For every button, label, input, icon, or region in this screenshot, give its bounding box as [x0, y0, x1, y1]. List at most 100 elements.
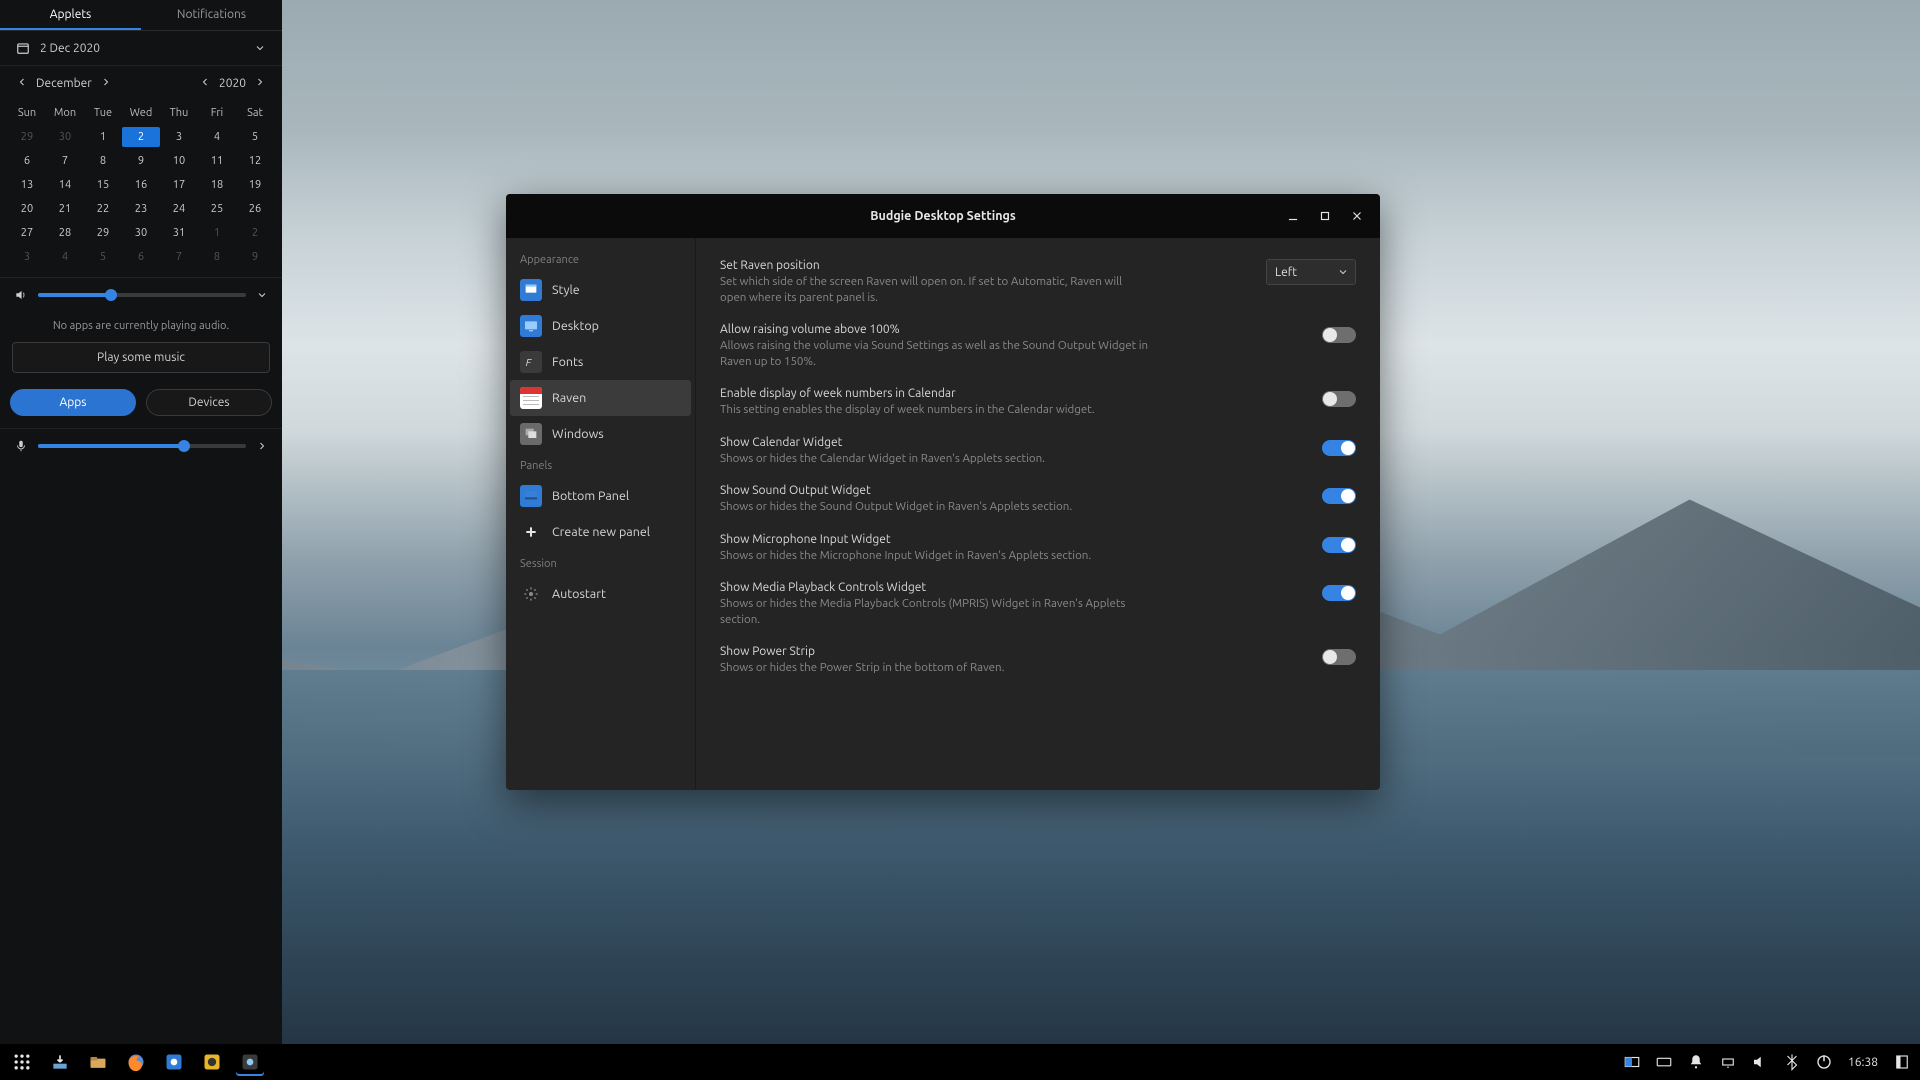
- apps-menu-button[interactable]: [8, 1048, 36, 1076]
- sidebar-item-desktop[interactable]: Desktop: [510, 308, 691, 344]
- calendar-day[interactable]: 27: [8, 223, 46, 243]
- calendar-day[interactable]: 26: [236, 199, 274, 219]
- prev-month-button[interactable]: [12, 72, 32, 95]
- setting-title: Allow raising volume above 100%: [720, 323, 1302, 336]
- calendar-day[interactable]: 30: [46, 127, 84, 147]
- calendar-day[interactable]: 31: [160, 223, 198, 243]
- calendar-day[interactable]: 9: [122, 151, 160, 171]
- toggle-volume-above-100[interactable]: [1322, 327, 1356, 343]
- calendar-day[interactable]: 29: [8, 127, 46, 147]
- tab-applets[interactable]: Applets: [0, 0, 141, 30]
- calendar-day[interactable]: 20: [8, 199, 46, 219]
- toggle-show-microphone[interactable]: [1322, 537, 1356, 553]
- calendar-day[interactable]: 9: [236, 247, 274, 267]
- volume-icon[interactable]: [1750, 1052, 1770, 1072]
- sidebar-section-session: Session: [510, 550, 691, 576]
- maximize-button[interactable]: [1318, 209, 1332, 223]
- play-music-button[interactable]: Play some music: [12, 342, 270, 373]
- calendar-day[interactable]: 4: [46, 247, 84, 267]
- calendar-day[interactable]: 7: [46, 151, 84, 171]
- notification-icon[interactable]: [1686, 1052, 1706, 1072]
- calendar-day[interactable]: 3: [8, 247, 46, 267]
- calendar-day[interactable]: 12: [236, 151, 274, 171]
- launcher-rhythmbox[interactable]: [198, 1048, 226, 1076]
- setting-description: Shows or hides the Calendar Widget in Ra…: [720, 451, 1150, 467]
- calendar-day[interactable]: 2: [236, 223, 274, 243]
- prev-year-button[interactable]: [195, 72, 215, 95]
- calendar-day[interactable]: 11: [198, 151, 236, 171]
- toggle-show-mpris[interactable]: [1322, 585, 1356, 601]
- calendar-day[interactable]: 5: [84, 247, 122, 267]
- launcher-budgie-settings[interactable]: [236, 1048, 264, 1076]
- sidebar-item-autostart[interactable]: Autostart: [510, 576, 691, 612]
- sidebar-item-bottom-panel[interactable]: Bottom Panel: [510, 478, 691, 514]
- calendar-day[interactable]: 25: [198, 199, 236, 219]
- calendar-day[interactable]: 14: [46, 175, 84, 195]
- calendar-day[interactable]: 5: [236, 127, 274, 147]
- calendar-day[interactable]: 18: [198, 175, 236, 195]
- clock[interactable]: 16:38: [1846, 1056, 1880, 1069]
- raven-trigger-icon[interactable]: [1892, 1052, 1912, 1072]
- launcher-software[interactable]: [160, 1048, 188, 1076]
- calendar-day[interactable]: 16: [122, 175, 160, 195]
- next-month-button[interactable]: [96, 72, 116, 95]
- raven-position-select[interactable]: Left: [1266, 259, 1356, 285]
- toggle-show-power-strip[interactable]: [1322, 649, 1356, 665]
- bluetooth-icon[interactable]: [1782, 1052, 1802, 1072]
- launcher-files[interactable]: [84, 1048, 112, 1076]
- launcher-firefox[interactable]: [122, 1048, 150, 1076]
- sidebar-item-label: Autostart: [552, 587, 606, 601]
- sidebar-item-raven[interactable]: Raven: [510, 380, 691, 416]
- calendar-day[interactable]: 30: [122, 223, 160, 243]
- calendar-day[interactable]: 8: [84, 151, 122, 171]
- volume-slider[interactable]: [38, 293, 246, 297]
- calendar-day[interactable]: 23: [122, 199, 160, 219]
- segment-devices[interactable]: Devices: [146, 389, 272, 416]
- settings-content: Set Raven position Set which side of the…: [696, 238, 1380, 790]
- calendar-day[interactable]: 1: [198, 223, 236, 243]
- window-titlebar[interactable]: Budgie Desktop Settings: [506, 194, 1380, 238]
- calendar-day[interactable]: 17: [160, 175, 198, 195]
- sidebar-item-fonts[interactable]: F Fonts: [510, 344, 691, 380]
- chevron-down-icon[interactable]: [256, 289, 268, 301]
- calendar-day[interactable]: 3: [160, 127, 198, 147]
- calendar-day[interactable]: 15: [84, 175, 122, 195]
- settings-sidebar: Appearance Style Desktop F Fonts Raven W…: [506, 238, 696, 790]
- calendar-day[interactable]: 21: [46, 199, 84, 219]
- microphone-slider[interactable]: [38, 444, 246, 448]
- calendar-day[interactable]: 28: [46, 223, 84, 243]
- calendar-day[interactable]: 19: [236, 175, 274, 195]
- calendar-day[interactable]: 4: [198, 127, 236, 147]
- sidebar-item-label: Bottom Panel: [552, 489, 629, 503]
- segment-apps[interactable]: Apps: [10, 389, 136, 416]
- calendar-day[interactable]: 13: [8, 175, 46, 195]
- calendar-day[interactable]: 8: [198, 247, 236, 267]
- close-button[interactable]: [1350, 209, 1364, 223]
- calendar-day[interactable]: 10: [160, 151, 198, 171]
- calendar-day[interactable]: 24: [160, 199, 198, 219]
- calendar-day[interactable]: 1: [84, 127, 122, 147]
- calendar-day[interactable]: 6: [8, 151, 46, 171]
- keyboard-layout-icon[interactable]: [1654, 1052, 1674, 1072]
- calendar-date-row[interactable]: 2 Dec 2020: [0, 31, 282, 66]
- workspace-switcher-icon[interactable]: [1622, 1052, 1642, 1072]
- minimize-button[interactable]: [1286, 209, 1300, 223]
- toggle-show-sound[interactable]: [1322, 488, 1356, 504]
- sidebar-item-style[interactable]: Style: [510, 272, 691, 308]
- chevron-right-icon[interactable]: [256, 440, 268, 452]
- sidebar-item-windows[interactable]: Windows: [510, 416, 691, 452]
- calendar-day[interactable]: 2: [122, 127, 160, 147]
- calendar-day[interactable]: 7: [160, 247, 198, 267]
- network-icon[interactable]: [1718, 1052, 1738, 1072]
- calendar-day[interactable]: 6: [122, 247, 160, 267]
- calendar-day[interactable]: 22: [84, 199, 122, 219]
- power-icon[interactable]: [1814, 1052, 1834, 1072]
- tab-notifications[interactable]: Notifications: [141, 0, 282, 30]
- launcher-downloads[interactable]: [46, 1048, 74, 1076]
- sidebar-item-create-panel[interactable]: Create new panel: [510, 514, 691, 550]
- calendar-day[interactable]: 29: [84, 223, 122, 243]
- taskbar-launchers: [8, 1048, 264, 1076]
- toggle-week-numbers[interactable]: [1322, 391, 1356, 407]
- toggle-show-calendar[interactable]: [1322, 440, 1356, 456]
- next-year-button[interactable]: [250, 72, 270, 95]
